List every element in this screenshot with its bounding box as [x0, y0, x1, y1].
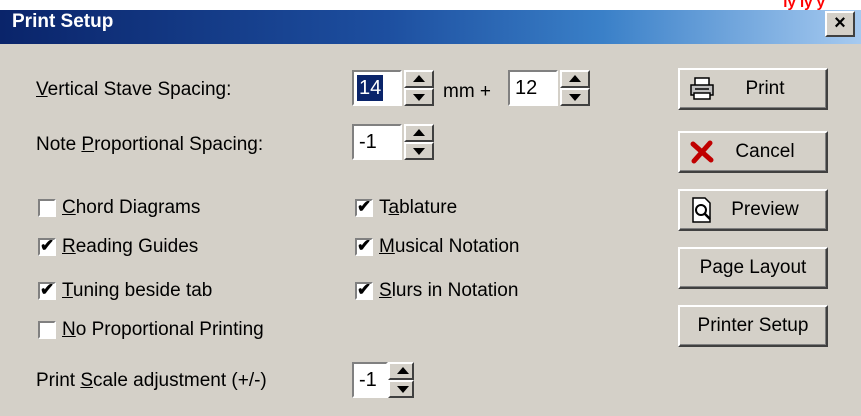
spin-up-arrow-icon[interactable] [404, 70, 434, 88]
checkbox-box[interactable] [355, 280, 373, 300]
vertical-spacing-value: 14 [357, 75, 384, 101]
checkbox-box[interactable] [38, 280, 56, 300]
note-proportional-spacing-label: Note Proportional Spacing: [36, 134, 263, 156]
label-text-pre: Note [36, 134, 82, 155]
tablature-checkbox[interactable]: Tablature [355, 197, 457, 219]
note-spacing-input[interactable]: -1 [352, 124, 402, 160]
vertical-spacing-extra-input[interactable]: 12 [508, 70, 558, 106]
checkbox-label: No Proportional Printing [62, 319, 264, 341]
label-text: roportional Spacing: [94, 134, 264, 155]
label-text: usical Notation [394, 236, 520, 257]
spin-down-arrow-icon[interactable] [404, 142, 434, 160]
print-setup-dialog: ly ly y Print Setup × Vertical Stave Spa… [0, 0, 861, 416]
checkbox-box[interactable] [355, 236, 373, 256]
label-accel-key: a [388, 197, 400, 218]
musical-notation-checkbox[interactable]: Musical Notation [355, 236, 519, 258]
label-text-pre: T [379, 197, 389, 218]
label-accel-key: S [80, 370, 94, 391]
magnifier-page-icon [688, 196, 716, 224]
vertical-spacing-extra-value: 12 [515, 77, 538, 99]
chord-diagrams-checkbox[interactable]: Chord Diagrams [38, 197, 200, 219]
label-text: eading Guides [75, 236, 199, 257]
close-button[interactable]: × [825, 11, 855, 37]
print-scale-stepper[interactable] [388, 362, 414, 398]
tuning-beside-tab-checkbox[interactable]: Tuning beside tab [38, 280, 212, 302]
checkbox-box[interactable] [38, 321, 56, 339]
preview-button[interactable]: Preview [678, 189, 828, 231]
label-accel-key: S [379, 280, 392, 301]
label-accel-key: P [81, 134, 95, 155]
printer-setup-button[interactable]: Printer Setup [678, 305, 828, 347]
note-spacing-value: -1 [359, 131, 377, 153]
title-top-strip: ly ly y [0, 0, 861, 11]
label-accel-key: T [62, 280, 73, 301]
cancel-button-label: Cancel [735, 141, 795, 162]
spin-down-arrow-icon[interactable] [560, 88, 590, 106]
page-layout-button-label: Page Layout [699, 257, 807, 278]
vertical-stave-spacing-label: Vertical Stave Spacing: [36, 79, 231, 101]
print-scale-input[interactable]: -1 [352, 362, 388, 398]
label-text: o Proportional Printing [75, 319, 264, 340]
page-layout-button[interactable]: Page Layout [678, 247, 828, 289]
spin-up-arrow-icon[interactable] [404, 124, 434, 142]
checkbox-box[interactable] [38, 236, 56, 256]
note-spacing-stepper[interactable] [404, 124, 434, 160]
window-title: Print Setup [12, 11, 114, 32]
label-text: hord Diagrams [75, 197, 201, 218]
checkbox-box[interactable] [38, 199, 56, 217]
cancel-button[interactable]: Cancel [678, 131, 828, 173]
print-scale-adjustment-label: Print Scale adjustment (+/-) [36, 370, 267, 392]
preview-button-label: Preview [731, 199, 799, 220]
vertical-spacing-stepper[interactable] [404, 70, 434, 106]
checkbox-label: Slurs in Notation [379, 280, 518, 302]
label-text: uning beside tab [72, 280, 213, 301]
printer-icon [688, 75, 716, 103]
checkbox-label: Tuning beside tab [62, 280, 212, 302]
mm-plus-label: mm + [443, 81, 492, 102]
print-button-label: Print [745, 78, 785, 99]
checkbox-box[interactable] [355, 197, 373, 217]
vertical-spacing-input[interactable]: 14 [352, 70, 402, 106]
checkbox-label: Chord Diagrams [62, 197, 200, 219]
label-accel-key: R [62, 236, 76, 257]
label-text: cale adjustment (+/-) [93, 370, 267, 391]
print-scale-value: -1 [359, 369, 377, 391]
checkbox-label: Reading Guides [62, 236, 198, 258]
no-proportional-printing-checkbox[interactable]: No Proportional Printing [38, 319, 264, 341]
spin-down-arrow-icon[interactable] [388, 380, 414, 398]
spin-up-arrow-icon[interactable] [560, 70, 590, 88]
spin-down-arrow-icon[interactable] [404, 88, 434, 106]
label-accel-key: N [62, 319, 76, 340]
label-accel-key: V [36, 79, 48, 100]
label-accel-key: C [62, 197, 76, 218]
checkbox-label: Musical Notation [379, 236, 519, 258]
label-text: ertical Stave Spacing: [47, 79, 232, 100]
red-x-icon [688, 138, 716, 166]
label-text: blature [399, 197, 458, 218]
reading-guides-checkbox[interactable]: Reading Guides [38, 236, 198, 258]
title-strip-text: ly ly y [783, 0, 825, 11]
spin-up-arrow-icon[interactable] [388, 362, 414, 380]
slurs-in-notation-checkbox[interactable]: Slurs in Notation [355, 280, 518, 302]
label-text: lurs in Notation [391, 280, 519, 301]
vertical-spacing-extra-stepper[interactable] [560, 70, 590, 106]
printer-setup-button-label: Printer Setup [697, 315, 809, 336]
label-accel-key: M [379, 236, 395, 257]
label-text-pre: Print [36, 370, 81, 391]
print-button[interactable]: Print [678, 68, 828, 110]
title-bar: ly ly y Print Setup × [0, 0, 861, 44]
checkbox-label: Tablature [379, 197, 457, 219]
